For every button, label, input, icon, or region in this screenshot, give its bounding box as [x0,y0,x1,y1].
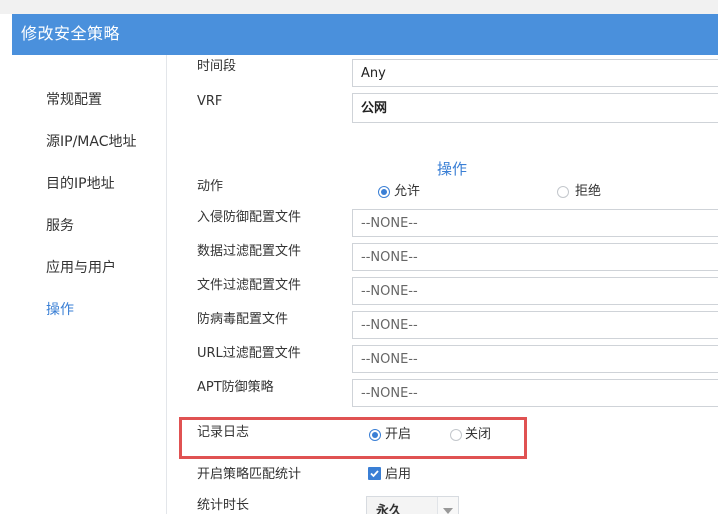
antivirus-profile-label: 防病毒配置文件 [197,312,289,327]
dialog-titlebar: 修改安全策略 [12,14,718,55]
duration-label: 统计时长 [197,498,250,513]
data-filter-profile-field[interactable]: --NONE-- [352,243,718,271]
vrf-label: VRF [197,94,223,109]
sidebar-item-service[interactable]: 服务 [46,217,74,235]
time-range-value: Any [361,66,386,81]
antivirus-profile-field[interactable]: --NONE-- [352,311,718,339]
action-deny-radio[interactable] [557,186,569,198]
action-label: 动作 [197,179,224,194]
url-filter-profile-field[interactable]: --NONE-- [352,345,718,373]
data-filter-profile-label: 数据过滤配置文件 [197,244,302,259]
match-stats-enable-label[interactable]: 启用 [385,466,411,483]
sidebar-item-operation[interactable]: 操作 [46,301,74,319]
logging-off-label[interactable]: 关闭 [465,426,491,443]
apt-policy-value: --NONE-- [361,386,418,401]
url-filter-profile-value: --NONE-- [361,352,418,367]
action-deny-label[interactable]: 拒绝 [575,183,601,200]
logging-on-radio[interactable] [369,429,381,441]
duration-select[interactable]: 永久 [366,496,459,514]
ips-profile-label: 入侵防御配置文件 [197,210,302,225]
sidebar-item-general[interactable]: 常规配置 [46,91,102,109]
background-strip [0,0,718,14]
logging-label: 记录日志 [197,425,250,440]
operation-section-title: 操作 [437,160,468,178]
match-stats-label: 开启策略匹配统计 [197,467,302,482]
file-filter-profile-field[interactable]: --NONE-- [352,277,718,305]
apt-policy-field[interactable]: --NONE-- [352,379,718,407]
time-range-label: 时间段 [197,59,237,74]
data-filter-profile-value: --NONE-- [361,250,418,265]
file-filter-profile-value: --NONE-- [361,284,418,299]
sidebar: 常规配置 源IP/MAC地址 目的IP地址 服务 应用与用户 操作 [12,55,167,514]
edit-security-policy-dialog: 修改安全策略 常规配置 源IP/MAC地址 目的IP地址 服务 应用与用户 操作… [12,14,718,514]
dialog-title: 修改安全策略 [21,24,121,43]
apt-policy-label: APT防御策略 [197,380,274,395]
match-stats-checkbox[interactable] [368,467,381,480]
url-filter-profile-label: URL过滤配置文件 [197,346,301,361]
time-range-field[interactable]: Any [352,59,718,87]
action-allow-label[interactable]: 允许 [394,183,420,200]
ips-profile-value: --NONE-- [361,216,418,231]
sidebar-item-source-ip-mac[interactable]: 源IP/MAC地址 [46,133,136,151]
screen: 修改安全策略 常规配置 源IP/MAC地址 目的IP地址 服务 应用与用户 操作… [0,0,718,514]
checkmark-icon [370,470,379,478]
logging-off-radio[interactable] [450,429,462,441]
antivirus-profile-value: --NONE-- [361,318,418,333]
dropdown-arrow[interactable] [437,497,458,514]
chevron-down-icon [443,508,453,514]
content-panel: 时间段 Any VRF 公网 操作 动作 允许 拒绝 入侵防御配置文件 --NO… [167,55,718,514]
logging-on-label[interactable]: 开启 [385,426,411,443]
sidebar-item-destination-ip[interactable]: 目的IP地址 [46,175,115,193]
sidebar-item-apps-users[interactable]: 应用与用户 [46,259,116,277]
vrf-field[interactable]: 公网 [352,93,718,123]
file-filter-profile-label: 文件过滤配置文件 [197,278,302,293]
ips-profile-field[interactable]: --NONE-- [352,209,718,237]
duration-value: 永久 [376,504,403,514]
vrf-value: 公网 [361,101,388,116]
action-allow-radio[interactable] [378,186,390,198]
